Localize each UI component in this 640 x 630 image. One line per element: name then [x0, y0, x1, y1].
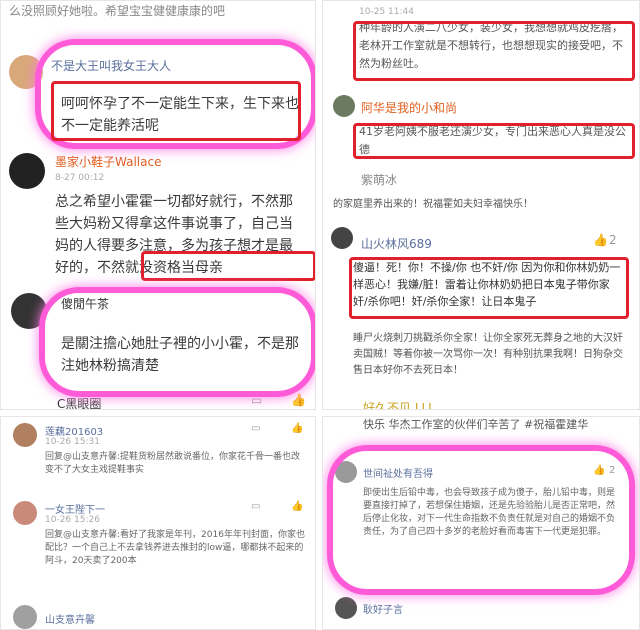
- username[interactable]: 世间祉处有吾得: [363, 465, 433, 480]
- avatar[interactable]: [13, 423, 37, 447]
- comment-text: 总之希望小霍霍一切都好就行，不然那些大妈粉又得拿这件事说事了，自己当妈的人得要多…: [55, 194, 293, 276]
- comment-text: 41岁老阿姨不服老还演少女，专门出来恶心人真是没公德: [359, 125, 626, 156]
- screenshot-top-right: 10-25 11:44 种年龄的人演二八少女，装少女，我想想就鸡皮疙瘩，老林开工…: [322, 0, 640, 410]
- avatar[interactable]: [331, 227, 353, 249]
- comment-text: 么没照顾好她啦。希望宝宝健健康康的吧: [9, 4, 226, 18]
- timestamp: 10-26 15:31: [45, 437, 100, 447]
- comment-text: 呵呵怀孕了不一定能生下来，生下来也不一定能养活呢: [61, 96, 299, 134]
- like-icon[interactable]: 👍: [291, 393, 306, 407]
- username[interactable]: 阿华是我的小和尚: [361, 99, 457, 116]
- comment-text: 的家庭里养出来的！祝福霍如夫妇幸福快乐！: [333, 199, 533, 210]
- avatar[interactable]: [13, 501, 37, 525]
- username[interactable]: 耿好子言: [363, 601, 403, 616]
- like-icon[interactable]: 👍: [593, 465, 605, 476]
- comment-text: 种年龄的人演二八少女，装少女，我想想就鸡皮疙瘩，老林开工作室就是不想转行，也想想…: [359, 21, 623, 70]
- comment-icon[interactable]: ▭: [251, 393, 262, 407]
- screenshot-bottom-left: 莲藕201603 10-26 15:31 回复@山支意卉馨:提鞋货粉居然敢说番位…: [0, 416, 316, 630]
- comment-text: 即使出生后铅中毒，也会导致孩子成为傻子，胎儿铅中毒，则是要直接打掉了，若想保住婚…: [363, 488, 616, 537]
- username[interactable]: 莲藕201603: [45, 423, 103, 438]
- comment-text: 回复@山支意卉馨:看好了我家是年刊，2016年年刊封面，你家也配比？一个自己上不…: [45, 530, 305, 566]
- bottom-text: 快乐 华杰工作室的伙伴们辛苦了 #祝福霍建华: [363, 418, 589, 431]
- username[interactable]: 好久不见 LLL: [363, 399, 435, 409]
- comment-text: 快乐 华杰工作室的伙伴们辛苦了 #祝福霍建华: [363, 417, 633, 433]
- like-count: 2: [609, 233, 617, 247]
- avatar[interactable]: [335, 597, 357, 619]
- like-icon[interactable]: 👍: [593, 233, 608, 247]
- comment-text: 回复@山支意卉馨:提鞋货粉居然敢说番位，你家花千骨一番也改变不了大女主戏提鞋事实: [45, 452, 301, 475]
- avatar[interactable]: [11, 293, 47, 329]
- screenshot-bottom-right: 快乐 华杰工作室的伙伴们辛苦了 #祝福霍建华 世间祉处有吾得 👍 2 即使出生后…: [322, 416, 640, 630]
- timestamp: 10-26 15:26: [45, 515, 100, 525]
- comment-text: 是關注擔心她肚子裡的小小霍，不是那注她林粉搞清楚: [61, 336, 299, 374]
- timestamp: 10-25 11:44: [359, 7, 414, 17]
- like-icon[interactable]: 👍: [291, 501, 303, 512]
- username[interactable]: 山支意卉馨: [45, 611, 95, 626]
- avatar[interactable]: [333, 95, 355, 117]
- avatar[interactable]: [9, 55, 43, 89]
- avatar[interactable]: [335, 461, 357, 483]
- like-count: 2: [609, 465, 616, 476]
- comment-text: 傻逼！死！你！不操/你 也不奸/你 因为你和你林奶奶一样恶心！我嫌/脏！雷着让你…: [353, 261, 621, 308]
- like-icon[interactable]: 👍: [291, 423, 303, 434]
- comment-icon[interactable]: ▭: [251, 423, 260, 434]
- username[interactable]: 紫萌冰: [361, 171, 397, 188]
- comment-icon[interactable]: ▭: [251, 501, 260, 512]
- timestamp: 8-27 00:12: [55, 173, 105, 183]
- username[interactable]: 山火林风689: [361, 235, 432, 252]
- avatar[interactable]: [9, 153, 45, 189]
- screenshot-top-left: 么没照顾好她啦。希望宝宝健健康康的吧 不是大王叫我女王大人 呵呵怀孕了不一定能生…: [0, 0, 316, 410]
- username[interactable]: 墨家小鞋子Wallace: [55, 153, 161, 170]
- username[interactable]: 不是大王叫我女王大人: [51, 57, 171, 74]
- avatar[interactable]: [13, 605, 37, 629]
- comment-text: 睡尸火烧刺刀挑戳杀你全家！让你全家死无葬身之地的大汉奸卖国贼！等着你被一次骂你一…: [353, 333, 623, 376]
- username[interactable]: 一女王陛下一: [45, 501, 105, 516]
- username[interactable]: C黑眼圈: [57, 395, 101, 409]
- username[interactable]: 傻閒午茶: [61, 295, 109, 312]
